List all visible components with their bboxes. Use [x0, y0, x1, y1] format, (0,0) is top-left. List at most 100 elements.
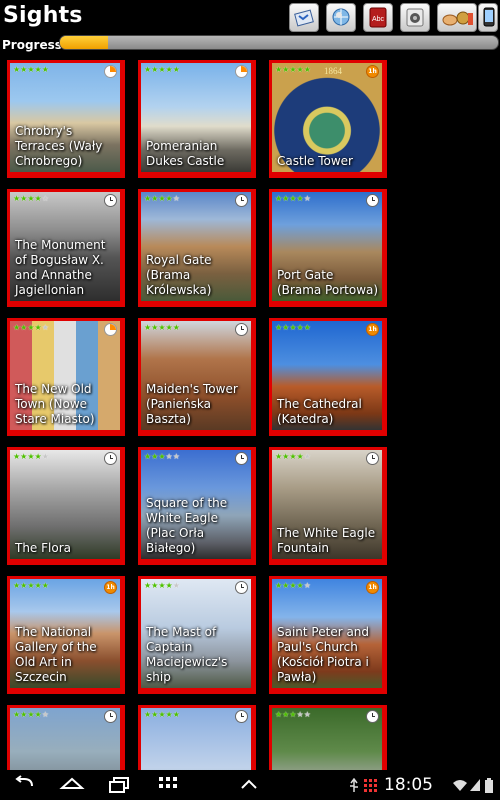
- star-icon: ★: [296, 65, 304, 74]
- star-icon: ★: [34, 65, 42, 74]
- clock-icon: [235, 581, 248, 594]
- rating-stars: ★ ★ ★ ★ ★: [144, 453, 180, 461]
- dictionary-button[interactable]: Abc: [363, 3, 393, 32]
- rating-stars: ★ ★ ★ ★ ★: [13, 711, 49, 719]
- sight-tile[interactable]: ★ ★ ★ ★ ★ Port Gate (Brama Portowa): [269, 189, 387, 307]
- clock-icon: [104, 452, 117, 465]
- sight-tile[interactable]: 1864 ★ ★ ★ ★ ★ 1h Castle Tower: [269, 60, 387, 178]
- sight-tile[interactable]: ★ ★ ★ ★ ★ 1h Saint Peter and Paul's Church (Ko…: [269, 576, 387, 694]
- sight-tile[interactable]: ★ ★ ★ ★ ★: [138, 705, 256, 770]
- rating-stars: ★ ★ ★ ★ ★: [275, 453, 311, 461]
- rating-stars: ★ ★ ★ ★ ★: [13, 582, 49, 590]
- star-icon: ★: [41, 452, 49, 461]
- food-button[interactable]: [437, 3, 477, 32]
- globe-button[interactable]: [326, 3, 356, 32]
- sight-name: Chrobry's Terraces (Wały Chrobrego): [15, 124, 103, 168]
- sight-tile[interactable]: ★ ★ ★ ★ ★ The White Eagle Fountain: [269, 447, 387, 565]
- star-icon: ★: [158, 710, 166, 719]
- sight-tile[interactable]: ★ ★ ★ ★ ★ 1h The Cathedral (Katedra): [269, 318, 387, 436]
- sight-name: Castle Tower: [277, 154, 353, 168]
- usb-icon: [350, 778, 358, 792]
- star-icon: ★: [165, 581, 173, 590]
- sight-name: The Monument of Bogusław X. and Annathe …: [15, 238, 106, 297]
- sight-tile[interactable]: ★ ★ ★ ★ ★: [269, 705, 387, 770]
- progress-fill: [60, 36, 109, 49]
- star-icon: ★: [41, 194, 49, 203]
- sight-tile[interactable]: ★ ★ ★ ★ ★ Square of the White Eagle (Plac Orł…: [138, 447, 256, 565]
- rating-stars: ★ ★ ★ ★ ★: [144, 324, 180, 332]
- clock-icon: [366, 710, 379, 723]
- star-icon: ★: [172, 710, 180, 719]
- rating-stars: ★ ★ ★ ★ ★: [275, 195, 311, 203]
- up-icon[interactable]: [238, 774, 260, 796]
- star-icon: ★: [27, 710, 35, 719]
- sight-name: Maiden's Tower (Panieńska Baszta): [146, 382, 238, 426]
- menu-icon[interactable]: [157, 774, 179, 796]
- sight-tile[interactable]: ★ ★ ★ ★ ★ 1h The National Gallery of the Old A…: [7, 576, 125, 694]
- sight-tile[interactable]: ★ ★ ★ ★ ★ Royal Gate (Brama Królewska): [138, 189, 256, 307]
- star-icon: ★: [289, 710, 297, 719]
- duration-badge: 1h: [366, 323, 379, 336]
- wifi-icon: [453, 780, 467, 791]
- star-icon: ★: [165, 194, 173, 203]
- star-icon: ★: [303, 452, 311, 461]
- status-clock: 18:05: [384, 775, 433, 795]
- app-grid-notification-icon: [364, 779, 377, 792]
- sight-name: Saint Peter and Paul's Church (Kościół P…: [277, 625, 370, 684]
- star-icon: ★: [34, 710, 42, 719]
- star-icon: ★: [27, 323, 35, 332]
- sight-name: Royal Gate (Brama Królewska): [146, 253, 212, 297]
- star-icon: ★: [41, 710, 49, 719]
- rating-stars: ★ ★ ★ ★ ★: [144, 582, 180, 590]
- star-icon: ★: [165, 323, 173, 332]
- star-icon: ★: [296, 710, 304, 719]
- sight-name: The New Old Town (Nowe Stare Miasto): [15, 382, 95, 426]
- sight-tile[interactable]: ★ ★ ★ ★ ★ Pomeranian Dukes Castle: [138, 60, 256, 178]
- recent-apps-icon[interactable]: [106, 774, 132, 796]
- rating-stars: ★ ★ ★ ★ ★: [13, 453, 49, 461]
- duration-badge: 1h: [104, 581, 117, 594]
- map-button[interactable]: [289, 3, 319, 32]
- clock-icon: [235, 323, 248, 336]
- star-icon: ★: [27, 452, 35, 461]
- star-icon: ★: [303, 65, 311, 74]
- star-icon: ★: [289, 194, 297, 203]
- star-icon: ★: [172, 194, 180, 203]
- star-icon: ★: [172, 452, 180, 461]
- rating-stars: ★ ★ ★ ★ ★: [275, 711, 311, 719]
- sight-tile[interactable]: ★ ★ ★ ★ ★ The Monument of Bogusław X. and Ann…: [7, 189, 125, 307]
- star-icon: ★: [296, 452, 304, 461]
- home-icon[interactable]: [58, 774, 86, 796]
- battery-icon: [485, 778, 493, 793]
- map-icon: [294, 9, 314, 27]
- phone-icon: [483, 7, 495, 27]
- clock-icon: [235, 194, 248, 207]
- sight-name: The Mast of Captain Maciejewicz's ship: [146, 625, 228, 684]
- star-icon: ★: [289, 65, 297, 74]
- back-icon[interactable]: [12, 774, 38, 796]
- star-icon: ★: [41, 323, 49, 332]
- sight-tile[interactable]: ★ ★ ★ ★ ★ The Flora: [7, 447, 125, 565]
- sight-name: Pomeranian Dukes Castle: [146, 139, 225, 168]
- phone-button[interactable]: [478, 3, 498, 32]
- sight-tile[interactable]: ★ ★ ★ ★ ★ The Mast of Captain Maciejewicz's s…: [138, 576, 256, 694]
- clock-icon: [235, 452, 248, 465]
- clock-icon: [104, 710, 117, 723]
- sight-tile[interactable]: ★ ★ ★ ★ ★ Chrobry's Terraces (Wały Chrobrego): [7, 60, 125, 178]
- progress-bar: [59, 35, 499, 50]
- sight-tile[interactable]: ★ ★ ★ ★ ★ Maiden's Tower (Panieńska Baszta): [138, 318, 256, 436]
- speaker-button[interactable]: [400, 3, 430, 32]
- sight-tile[interactable]: ★ ★ ★ ★ ★: [7, 705, 125, 770]
- rating-stars: ★ ★ ★ ★ ★: [13, 324, 49, 332]
- rating-stars: ★ ★ ★ ★ ★: [144, 195, 180, 203]
- star-icon: ★: [303, 710, 311, 719]
- sight-tile[interactable]: ★ ★ ★ ★ ★ The New Old Town (Nowe Stare Miasto…: [7, 318, 125, 436]
- clock-icon: [366, 194, 379, 207]
- rating-stars: ★ ★ ★ ★ ★: [13, 195, 49, 203]
- star-icon: ★: [41, 581, 49, 590]
- sight-name: Square of the White Eagle (Plac Orła Bia…: [146, 496, 228, 555]
- star-icon: ★: [165, 710, 173, 719]
- star-icon: ★: [296, 581, 304, 590]
- speaker-icon: [406, 8, 424, 27]
- duration-badge: 1h: [366, 65, 379, 78]
